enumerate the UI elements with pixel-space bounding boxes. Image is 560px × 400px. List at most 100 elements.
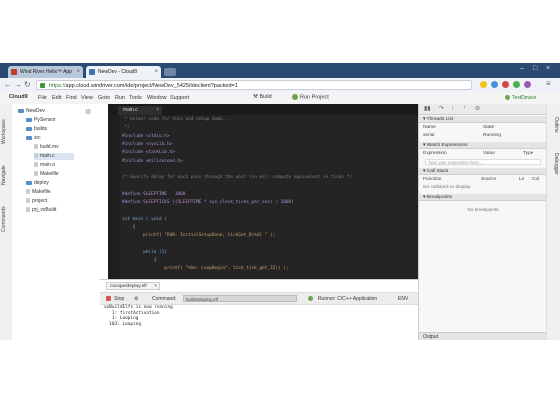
- url-scheme: https://: [49, 83, 66, 89]
- tree-item-label: builds: [34, 126, 48, 132]
- minimize-icon[interactable]: –: [520, 65, 524, 72]
- console-tab[interactable]: cscope/deploy.elf ×: [106, 282, 160, 290]
- menu-icon[interactable]: ≡: [546, 79, 551, 89]
- tree-folder[interactable]: NewDev: [18, 108, 45, 115]
- code-line: /* Specify delay for each pass through t…: [122, 175, 352, 181]
- console-tab-label: cscope/deploy.elf: [110, 284, 147, 289]
- file-icon: [34, 162, 38, 168]
- browser-tab-2[interactable]: NewDev - Cloud9 ×: [86, 66, 161, 78]
- code-line: #define SLEEPTIME 1000: [122, 191, 186, 197]
- run-project-button[interactable]: Run Project: [292, 94, 329, 100]
- tab-commands[interactable]: Commands: [1, 198, 11, 240]
- menu-edit[interactable]: Edit: [52, 95, 61, 101]
- tree-file[interactable]: Makefile: [34, 171, 59, 178]
- tree-folder[interactable]: deploy: [26, 180, 49, 187]
- extension-icon[interactable]: [513, 81, 520, 88]
- menu-window[interactable]: Window: [147, 95, 167, 101]
- back-icon[interactable]: ←: [4, 80, 12, 90]
- code-line: */: [122, 125, 130, 131]
- star-icon[interactable]: [480, 81, 487, 88]
- env-button[interactable]: ENV: [398, 296, 408, 302]
- close-icon[interactable]: ×: [76, 66, 80, 78]
- gear-icon[interactable]: ⚙: [85, 108, 91, 116]
- device-selector[interactable]: TestDevice: [505, 95, 536, 101]
- tab-debugger[interactable]: Debugger: [549, 144, 559, 184]
- stop-icon: [106, 296, 111, 301]
- watch-header[interactable]: ▾ Watch Expressions: [419, 142, 547, 149]
- col-function: Function: [423, 177, 442, 182]
- tree-item-label: deploy: [34, 180, 49, 186]
- tree-file[interactable]: main.c: [34, 153, 74, 160]
- col-line: Ln: [519, 177, 525, 182]
- runner-selector[interactable]: Runner: C/C++ Application: [318, 296, 377, 302]
- maximize-icon[interactable]: □: [533, 65, 537, 72]
- menu-run[interactable]: Run: [115, 95, 125, 101]
- menu-tools[interactable]: Tools: [129, 95, 142, 101]
- thread-name[interactable]: serial: [423, 133, 434, 138]
- close-window-icon[interactable]: ×: [546, 65, 550, 72]
- tab-workspace[interactable]: Workspace: [1, 112, 11, 152]
- tree-file[interactable]: Makefile: [26, 189, 51, 196]
- debugger-panel: ▮▮ ↷ ↓ ↑ ⊘ ▾ Threads List Name State ser…: [418, 104, 547, 340]
- file-icon: [26, 189, 30, 195]
- tree-file[interactable]: prj_vxBuild: [26, 207, 56, 214]
- menu-find[interactable]: Find: [66, 95, 77, 101]
- command-label: Command:: [152, 296, 177, 302]
- tree-file[interactable]: main.o: [34, 162, 55, 169]
- browser-tab-1[interactable]: Wind River Helix™ App ×: [8, 66, 83, 78]
- tree-file[interactable]: build.mv: [34, 144, 59, 151]
- output-tab[interactable]: Output: [419, 332, 547, 340]
- watch-expression-input[interactable]: Type your expression here...: [425, 159, 541, 165]
- file-icon: [26, 198, 30, 204]
- tree-item-label: build.mv: [40, 144, 59, 150]
- tree-folder[interactable]: src: [26, 135, 41, 142]
- code-line: #include <taskLib.h>: [122, 150, 175, 156]
- tab-navigate[interactable]: Navigate: [1, 156, 11, 194]
- menu-support[interactable]: Support: [170, 95, 189, 101]
- tree-item-label: PySensor: [34, 117, 56, 123]
- extension-icon[interactable]: [502, 81, 509, 88]
- editor-tab[interactable]: main.c ×: [118, 106, 162, 115]
- menu-file[interactable]: File: [38, 95, 47, 101]
- folder-icon: [26, 180, 32, 185]
- ide-logo: Cloud9: [9, 94, 28, 100]
- forward-icon[interactable]: →: [14, 80, 22, 90]
- code-line: printf( "RUN: InitialSetupDone, tickGet_…: [122, 233, 276, 239]
- workspace-tree: ⚙ NewDev PySensor builds src build.mv main.c m…: [12, 104, 109, 340]
- tree-folder[interactable]: builds: [26, 126, 47, 133]
- tree-item-label: Makefile: [32, 189, 51, 195]
- code-line: {: [122, 258, 157, 264]
- command-input[interactable]: builds/deploy.elf: [183, 295, 297, 302]
- threads-header[interactable]: ▾ Threads List: [419, 116, 547, 123]
- browser-tab-label: Wind River Helix™ App: [20, 69, 72, 75]
- col-column: Col: [532, 177, 540, 182]
- step-over-icon[interactable]: ↷: [439, 105, 444, 112]
- resume-icon[interactable]: ▮▮: [424, 105, 431, 112]
- url-field[interactable]: https://app.cloud.windriver.com/ide/proj…: [36, 80, 472, 90]
- stop-button[interactable]: Stop: [114, 296, 124, 302]
- editor-tab-label: main.c: [123, 107, 138, 113]
- extension-icon[interactable]: [524, 81, 531, 88]
- code-line: #define SLEEPTICKS ((SLEEPTIME * sys_clo…: [122, 200, 294, 205]
- step-into-icon[interactable]: ↓: [451, 105, 454, 111]
- col-type: Type: [523, 151, 534, 156]
- close-icon[interactable]: ×: [154, 66, 158, 78]
- gear-icon[interactable]: ⚙: [134, 296, 138, 302]
- callstack-header[interactable]: ▾ Call Stack: [419, 168, 547, 175]
- build-button[interactable]: ⚒ Build: [253, 94, 272, 100]
- menu-goto[interactable]: Goto: [98, 95, 110, 101]
- step-out-icon[interactable]: ↑: [463, 105, 466, 111]
- reload-icon[interactable]: ↻: [24, 80, 31, 90]
- extension-icon[interactable]: [491, 81, 498, 88]
- tab-outline[interactable]: Outline: [549, 110, 559, 140]
- tree-file[interactable]: project: [26, 198, 47, 205]
- deactivate-breakpoints-icon[interactable]: ⊘: [475, 105, 480, 112]
- new-tab-button[interactable]: [164, 68, 176, 76]
- close-icon[interactable]: ×: [156, 106, 159, 115]
- menu-view[interactable]: View: [81, 95, 93, 101]
- breakpoints-header[interactable]: ▾ Breakpoints: [419, 194, 547, 201]
- close-icon[interactable]: ×: [154, 283, 157, 291]
- tree-folder[interactable]: PySensor: [26, 117, 56, 124]
- console-output: vxBuildElfs is now running 1: firstActiv…: [104, 305, 173, 327]
- threads-title: Threads List: [426, 117, 454, 122]
